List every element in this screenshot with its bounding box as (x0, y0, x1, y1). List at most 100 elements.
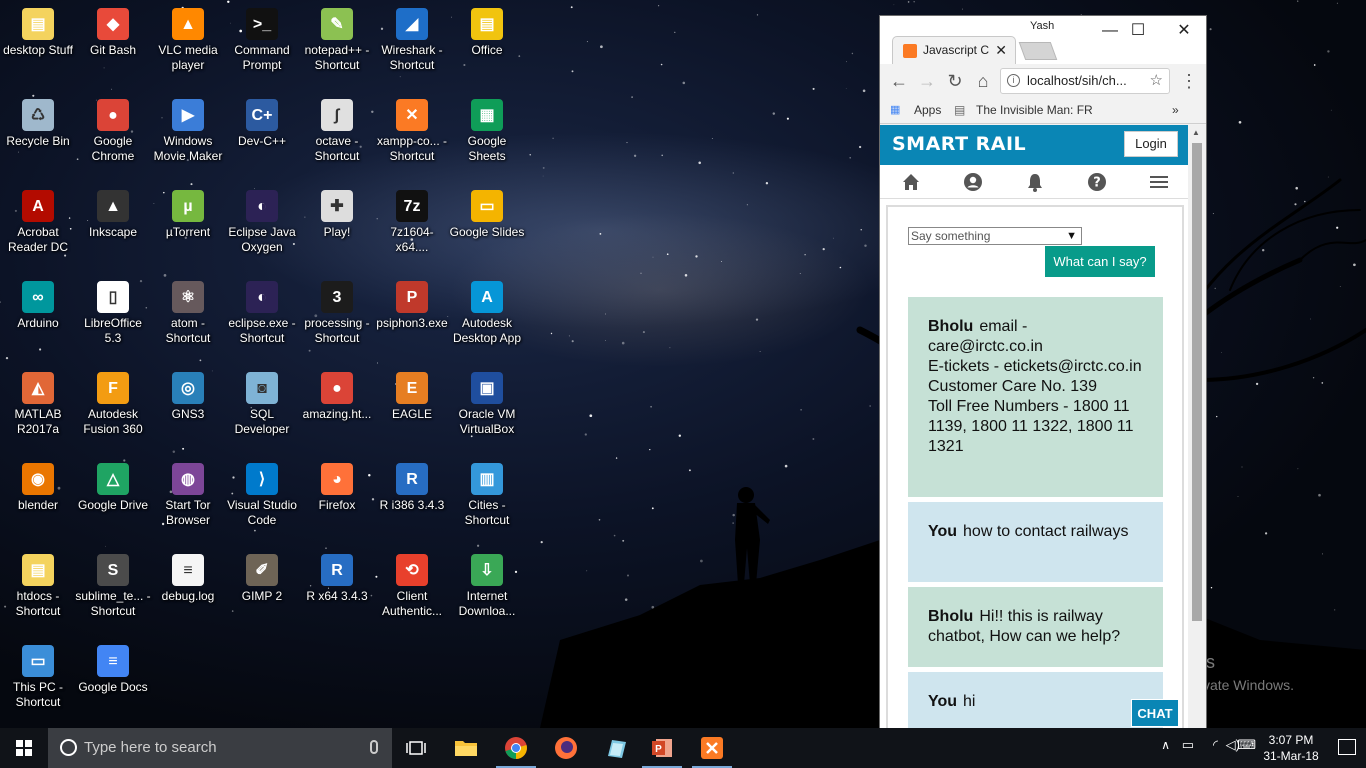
star-icon[interactable]: ☆ (1150, 69, 1163, 93)
xampp-icon[interactable] (688, 728, 736, 768)
say-something-select[interactable]: Say something ▼ (908, 227, 1082, 245)
desktop-icon[interactable]: ▲ VLC media player (150, 8, 226, 73)
desktop-icon[interactable]: ◎ GNS3 (150, 372, 226, 422)
bookmark-item[interactable]: The Invisible Man: FR (976, 103, 1093, 117)
browser-tab[interactable]: Javascript C ✕ (892, 36, 1016, 64)
desktop-icon[interactable]: ✐ GIMP 2 (224, 554, 300, 604)
desktop-icon[interactable]: ⇩ Internet Downloa... (449, 554, 525, 619)
desktop-icon[interactable]: ● Google Chrome (75, 99, 151, 164)
app-icon: ▯ (97, 281, 129, 313)
desktop-icon[interactable]: A Autodesk Desktop App (449, 281, 525, 346)
desktop-icon[interactable]: ▦ Google Sheets (449, 99, 525, 164)
desktop-icon[interactable]: ▥ Cities - Shortcut (449, 463, 525, 528)
desktop-icon[interactable]: E EAGLE (374, 372, 450, 422)
desktop-icon[interactable]: ⟩ Visual Studio Code (224, 463, 300, 528)
desktop-icon[interactable]: R R i386 3.4.3 (374, 463, 450, 513)
desktop-icon[interactable]: ✚ Play! (299, 190, 375, 240)
scroll-up-icon[interactable]: ▲ (1192, 128, 1200, 137)
desktop-icon[interactable]: ▣ Oracle VM VirtualBox (449, 372, 525, 437)
desktop-icon[interactable]: ● amazing.ht... (299, 372, 375, 422)
tray-chevron-up-icon[interactable]: ∧ (1161, 738, 1170, 752)
close-button[interactable]: ✕ (1166, 20, 1202, 42)
desktop-icon[interactable]: ▲ Inkscape (75, 190, 151, 240)
login-button[interactable]: Login (1124, 131, 1178, 157)
task-view-icon[interactable] (392, 728, 440, 768)
desktop-icon[interactable]: 7z 7z1604-x64.... (374, 190, 450, 255)
desktop-icon[interactable]: ◕ Firefox (299, 463, 375, 513)
home-button-icon[interactable]: ⌂ (972, 70, 994, 92)
language-icon[interactable]: ⌨ (1237, 737, 1256, 753)
what-can-i-say-button[interactable]: What can I say? (1045, 246, 1155, 277)
taskbar-search[interactable]: Type here to search (48, 728, 392, 768)
tab-close-icon[interactable]: ✕ (995, 37, 1007, 63)
home-icon[interactable] (900, 171, 922, 193)
desktop-icon[interactable]: ♺ Recycle Bin (0, 99, 76, 149)
scrollbar-thumb[interactable] (1192, 143, 1202, 621)
new-tab-button[interactable] (1018, 42, 1058, 60)
wifi-icon[interactable]: ◜ (1213, 737, 1218, 753)
info-icon[interactable]: i (1007, 74, 1020, 87)
address-bar[interactable]: i localhost/sih/ch... ☆ (1000, 68, 1170, 94)
chrome-icon[interactable] (492, 728, 540, 768)
file-explorer-icon[interactable] (442, 728, 490, 768)
powerpoint-icon[interactable]: P (638, 728, 686, 768)
desktop-icon[interactable]: ▶ Windows Movie Maker (150, 99, 226, 164)
desktop-icon[interactable]: ◆ Git Bash (75, 8, 151, 58)
desktop-icon[interactable]: ◭ MATLAB R2017a (0, 372, 76, 437)
firefox-icon[interactable] (542, 728, 590, 768)
desktop-icon[interactable]: ▭ Google Slides (449, 190, 525, 240)
desktop-icon[interactable]: ∫ octave - Shortcut (299, 99, 375, 164)
desktop-icon[interactable]: ▭ This PC - Shortcut (0, 645, 76, 710)
desktop-icon[interactable]: ◉ blender (0, 463, 76, 513)
desktop-icon[interactable]: C+ Dev-C++ (224, 99, 300, 149)
desktop-icon[interactable]: ◐ eclipse.exe - Shortcut (224, 281, 300, 346)
profile-name[interactable]: Yash (1030, 20, 1054, 32)
taskbar-clock[interactable]: 3:07 PM 31-Mar-18 (1260, 732, 1322, 764)
desktop-icon[interactable]: ▯ LibreOffice 5.3 (75, 281, 151, 346)
desktop-icon[interactable]: ⟲ Client Authentic... (374, 554, 450, 619)
start-button[interactable] (0, 728, 48, 768)
desktop-icon[interactable]: ▤ htdocs - Shortcut (0, 554, 76, 619)
desktop-icon[interactable]: 3 processing - Shortcut (299, 281, 375, 346)
desktop-icon[interactable]: ◍ Start Tor Browser (150, 463, 226, 528)
desktop-icon[interactable]: R R x64 3.4.3 (299, 554, 375, 604)
desktop-icon[interactable]: ▤ desktop Stuff (0, 8, 76, 58)
action-center-icon[interactable] (1338, 739, 1356, 755)
apps-grid-icon[interactable]: ▦ (890, 103, 900, 116)
app-brand[interactable]: SMART RAIL (892, 133, 1026, 155)
desktop-icon[interactable]: ≡ debug.log (150, 554, 226, 604)
bookmarks-overflow[interactable]: » (1172, 103, 1179, 117)
desktop-icon[interactable]: µ µTorrent (150, 190, 226, 240)
desktop-icon[interactable]: ◐ Eclipse Java Oxygen (224, 190, 300, 255)
desktop-icon[interactable]: Ppsiphon3.exe (374, 281, 450, 331)
desktop-icon[interactable]: ≡ Google Docs (75, 645, 151, 695)
help-icon[interactable]: ? (1086, 171, 1108, 193)
bell-icon[interactable] (1024, 171, 1046, 193)
forward-icon[interactable]: → (916, 70, 938, 92)
desktop-icon[interactable]: ⚛ atom - Shortcut (150, 281, 226, 346)
bookmark-apps[interactable]: Apps (914, 103, 941, 117)
battery-icon[interactable]: ▭ (1182, 737, 1194, 753)
reload-icon[interactable]: ↻ (944, 70, 966, 92)
user-icon[interactable] (962, 171, 984, 193)
desktop-icon[interactable]: ∞ Arduino (0, 281, 76, 331)
desktop-icon[interactable]: >_ Command Prompt (224, 8, 300, 73)
desktop-icon[interactable]: ◙ SQL Developer (224, 372, 300, 437)
microphone-icon[interactable] (370, 740, 378, 754)
chat-button[interactable]: CHAT (1131, 699, 1179, 727)
desktop-icon[interactable]: A Acrobat Reader DC (0, 190, 76, 255)
app-icon: ✚ (321, 190, 353, 222)
desktop-icon[interactable]: ▤ Office (449, 8, 525, 58)
menu-dots-icon[interactable]: ⋮ (1178, 70, 1200, 92)
desktop-icon[interactable]: F Autodesk Fusion 360 (75, 372, 151, 437)
desktop-icon[interactable]: Ssublime_te... - Shortcut (75, 554, 151, 619)
back-icon[interactable]: ← (888, 70, 910, 92)
maximize-button[interactable]: ☐ (1120, 20, 1156, 42)
paint-icon[interactable] (592, 728, 640, 768)
menu-icon[interactable] (1148, 171, 1170, 193)
desktop-icon[interactable]: △ Google Drive (75, 463, 151, 513)
desktop-icon[interactable]: ✎ notepad++ - Shortcut (299, 8, 375, 73)
desktop-icon[interactable]: ✕ xampp-co... - Shortcut (374, 99, 450, 164)
page-scrollbar[interactable]: ▲ (1188, 125, 1206, 730)
desktop-icon[interactable]: ◢ Wireshark - Shortcut (374, 8, 450, 73)
